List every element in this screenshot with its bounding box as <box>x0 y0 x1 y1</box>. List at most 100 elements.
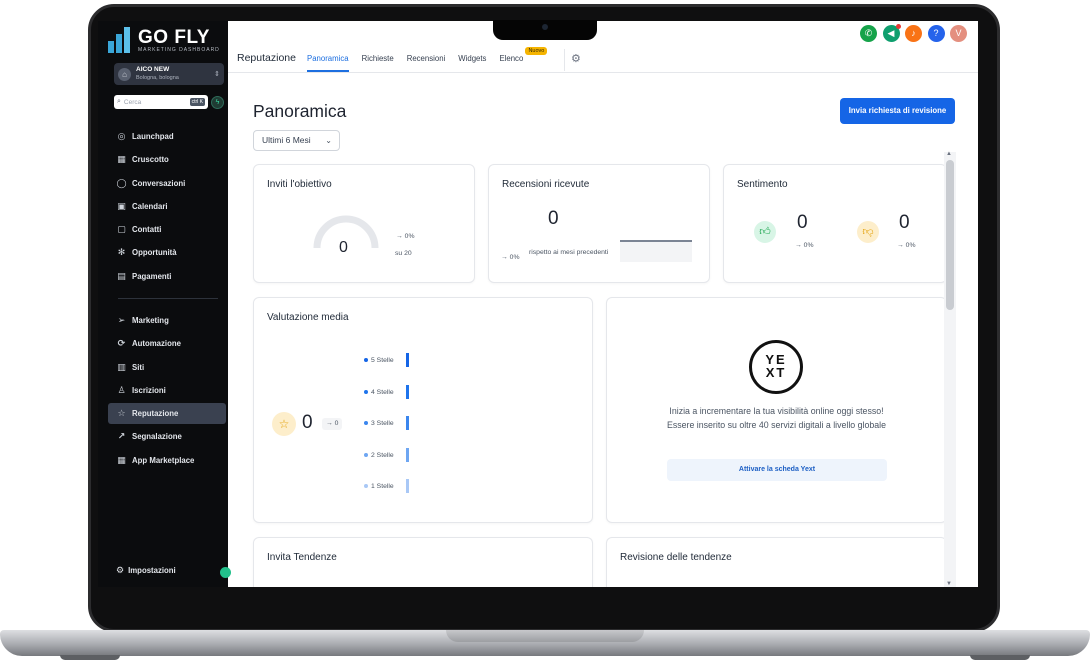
apps-icon: ▦ <box>117 454 126 465</box>
search-placeholder: Cerca <box>123 98 142 106</box>
tab-panoramica[interactable]: Panoramica <box>307 54 349 72</box>
period-select[interactable]: Ultimi 6 Mesi ⌄ <box>253 130 340 151</box>
star-row-5: 5 Stelle <box>364 352 409 368</box>
invite-trends-card: Invita Tendenze <box>253 537 593 587</box>
star-label: 4 Stelle <box>371 388 394 396</box>
tab-elenco-label: Elenco <box>499 54 524 63</box>
sidebar-item-marketing[interactable]: ➢ Marketing <box>108 310 226 331</box>
rating-bar <box>406 385 409 399</box>
tabs: Panoramica Richieste Recensioni Widgets … <box>307 47 548 72</box>
launchpad-icon: ◎ <box>117 131 126 141</box>
sidebar-item-label: Conversazioni <box>132 178 186 188</box>
sidebar-item-calendari[interactable]: ▣ Calendari <box>108 196 226 217</box>
rating-bar <box>406 416 409 430</box>
quick-actions-bolt-icon[interactable]: ϟ <box>211 96 224 109</box>
sidebar-item-reputazione[interactable]: ☆ Reputazione <box>108 403 226 425</box>
sidebar: GO FLY MARKETING DASHBOARD ⌂ AICO NEW Bo… <box>98 21 228 587</box>
header-actions: ✆ ◀ ♪ ? V <box>860 24 973 42</box>
reputation-settings-gear-icon[interactable]: ⚙ <box>571 52 581 65</box>
rating-bar <box>406 448 409 462</box>
reviews-received-card: Recensioni ricevute 0 → 0% rispetto ai m… <box>488 164 710 283</box>
sidebar-item-automazione[interactable]: ⟳ Automazione <box>108 333 226 354</box>
reviews-delta: → 0% <box>501 254 520 261</box>
star-row-2: 2 Stelle <box>364 447 409 463</box>
star-row-3: 3 Stelle <box>364 415 409 431</box>
tab-elenco[interactable]: Elenco Nuovo <box>499 47 548 72</box>
laptop-base-groove <box>446 630 644 642</box>
sidebar-item-contatti[interactable]: ▢ Contatti <box>108 219 226 240</box>
rating-value: 0 <box>302 412 313 433</box>
sidebar-item-app-marketplace[interactable]: ▦ App Marketplace <box>108 450 226 471</box>
user-avatar[interactable]: V <box>950 25 967 42</box>
search-icon: ⌕ <box>117 98 121 105</box>
sidebar-item-pagamenti[interactable]: ▤ Pagamenti <box>108 266 226 287</box>
help-icon[interactable]: ? <box>927 25 945 42</box>
phone-icon[interactable]: ✆ <box>860 25 877 42</box>
opportunity-icon: ✻ <box>117 247 126 258</box>
account-switcher[interactable]: ⌂ AICO NEW Bologna, bologna ⇕ <box>114 63 224 85</box>
sidebar-item-opportunita[interactable]: ✻ Opportunità <box>108 242 226 263</box>
collapse-sidebar-handle[interactable] <box>220 567 231 578</box>
sidebar-item-siti[interactable]: ▥ Siti <box>108 357 226 378</box>
scroll-up-icon[interactable]: ▲ <box>946 151 952 157</box>
automation-icon: ⟳ <box>117 338 126 349</box>
sidebar-item-iscrizioni[interactable]: ♙ Iscrizioni <box>108 380 226 401</box>
sidebar-item-segnalazione[interactable]: ↗ Segnalazione <box>108 426 226 447</box>
megaphone-icon[interactable]: ◀ <box>882 24 901 42</box>
sidebar-item-cruscotto[interactable]: ▦ Cruscotto <box>108 149 226 170</box>
tab-recensioni[interactable]: Recensioni <box>407 54 446 72</box>
yext-line1: Inizia a incrementare la tua visibilità … <box>669 406 884 416</box>
legend-dot <box>364 484 368 488</box>
sidebar-item-label: Automazione <box>132 339 181 349</box>
invites-value: 0 <box>339 239 348 256</box>
card-title: Inviti l'obiettivo <box>267 179 332 190</box>
positive-delta: → 0% <box>795 242 814 249</box>
send-review-request-button[interactable]: Invia richiesta di revisione <box>840 98 955 124</box>
sidebar-item-label: Contatti <box>132 225 162 235</box>
search-input[interactable]: ⌕ Cerca ctrl K <box>114 95 208 109</box>
sidebar-item-label: Iscrizioni <box>132 385 166 395</box>
activate-yext-button[interactable]: Attivare la scheda Yext <box>667 459 887 481</box>
invites-delta: → 0% <box>396 233 415 240</box>
tab-widgets[interactable]: Widgets <box>458 54 486 72</box>
star-label: 1 Stelle <box>371 482 394 490</box>
memberships-icon: ♙ <box>117 384 126 395</box>
sidebar-item-label: Impostazioni <box>128 566 176 575</box>
sidebar-item-label: App Marketplace <box>132 455 195 465</box>
payments-icon: ▤ <box>117 270 126 281</box>
reviews-compare: rispetto ai mesi precedenti <box>529 249 609 256</box>
sidebar-item-label: Opportunità <box>132 248 177 258</box>
sidebar-item-launchpad[interactable]: ◎ Launchpad <box>108 126 226 147</box>
section-title: Reputazione <box>237 52 296 64</box>
rating-delta: → 0 <box>322 418 343 430</box>
account-name: AICO NEW <box>136 66 170 73</box>
sidebar-item-label: Cruscotto <box>132 155 169 165</box>
bell-icon[interactable]: ♪ <box>905 25 922 42</box>
chevron-down-icon: ⌄ <box>325 136 332 145</box>
star-row-4: 4 Stelle <box>364 384 409 400</box>
star-label: 2 Stelle <box>371 451 394 459</box>
main-scrollbar[interactable]: ▲ ▼ <box>944 151 956 587</box>
sidebar-item-impostazioni[interactable]: ⚙ Impostazioni <box>116 565 176 576</box>
notification-dot <box>895 24 901 29</box>
brand-title: GO FLY <box>138 26 210 48</box>
account-location: Bologna, bologna <box>136 75 179 81</box>
scroll-down-icon[interactable]: ▼ <box>946 581 952 587</box>
laptop-foot-left <box>60 655 120 660</box>
card-title: Invita Tendenze <box>267 552 337 563</box>
reporting-icon: ↗ <box>117 431 126 442</box>
brand-logo[interactable]: GO FLY MARKETING DASHBOARD <box>108 27 220 53</box>
contacts-icon: ▢ <box>117 224 126 235</box>
sidebar-item-label: Marketing <box>132 316 169 325</box>
star-label: 3 Stelle <box>371 419 394 427</box>
invites-target: su 20 <box>395 250 412 257</box>
sites-icon: ▥ <box>117 361 126 372</box>
average-rating-card: Valutazione media ☆ 0 → 0 5 Stelle 4 Ste… <box>253 297 593 523</box>
tab-richieste[interactable]: Richieste <box>362 54 394 72</box>
card-title: Valutazione media <box>267 312 349 323</box>
sidebar-item-conversazioni[interactable]: ◯ Conversazioni <box>108 173 226 194</box>
laptop-foot-right <box>970 655 1030 660</box>
tabs-divider <box>564 49 565 71</box>
screen: GO FLY MARKETING DASHBOARD ⌂ AICO NEW Bo… <box>98 21 978 587</box>
scrollbar-thumb[interactable] <box>946 160 954 310</box>
